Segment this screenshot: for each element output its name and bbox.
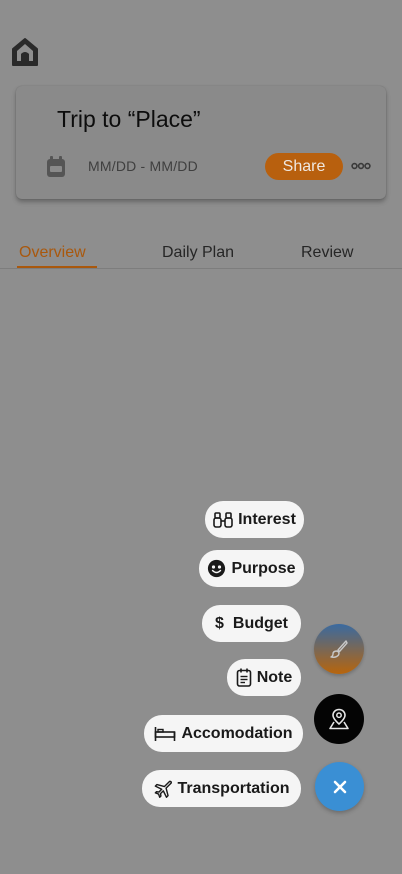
tab-overview[interactable]: Overview xyxy=(19,244,86,262)
trip-card: Trip to “Place” MM/DD - MM/DD Share xyxy=(16,86,386,199)
tab-review[interactable]: Review xyxy=(301,244,353,262)
accomodation-option[interactable]: Accomodation xyxy=(144,715,303,752)
note-label: Note xyxy=(256,668,293,686)
close-fab-button[interactable] xyxy=(315,762,364,811)
interest-label: Interest xyxy=(238,510,296,528)
active-tab-indicator xyxy=(17,266,97,268)
trip-title[interactable]: Trip to “Place” xyxy=(57,106,201,133)
more-horizontal-icon[interactable] xyxy=(351,158,371,174)
note-option[interactable]: Note xyxy=(227,659,301,696)
smiley-icon xyxy=(208,559,226,578)
close-icon xyxy=(333,780,346,793)
map-fab-button[interactable] xyxy=(314,694,364,744)
share-button[interactable]: Share xyxy=(265,153,343,180)
transportation-label: Transportation xyxy=(177,779,290,797)
bed-icon xyxy=(155,726,176,741)
interest-option[interactable]: Interest xyxy=(205,501,304,538)
edit-fab-button[interactable] xyxy=(314,624,364,674)
purpose-option[interactable]: Purpose xyxy=(199,550,304,587)
purpose-label: Purpose xyxy=(231,559,296,577)
airplane-icon xyxy=(155,780,173,798)
budget-option[interactable]: $ Budget xyxy=(202,605,301,642)
binoculars-icon xyxy=(213,511,233,528)
transportation-option[interactable]: Transportation xyxy=(142,770,301,807)
budget-label: Budget xyxy=(232,614,288,632)
tab-daily-plan[interactable]: Daily Plan xyxy=(162,244,234,262)
brush-icon xyxy=(330,640,348,658)
accomodation-label: Accomodation xyxy=(181,724,293,742)
calendar-icon xyxy=(47,156,65,177)
dollar-icon: $ xyxy=(214,614,224,632)
home-icon xyxy=(12,38,38,66)
notepad-icon xyxy=(236,668,252,687)
map-pin-icon xyxy=(329,708,349,730)
home-button[interactable] xyxy=(10,36,40,68)
tab-bar: Overview Daily Plan Review xyxy=(0,232,402,269)
date-range[interactable]: MM/DD - MM/DD xyxy=(88,158,198,174)
